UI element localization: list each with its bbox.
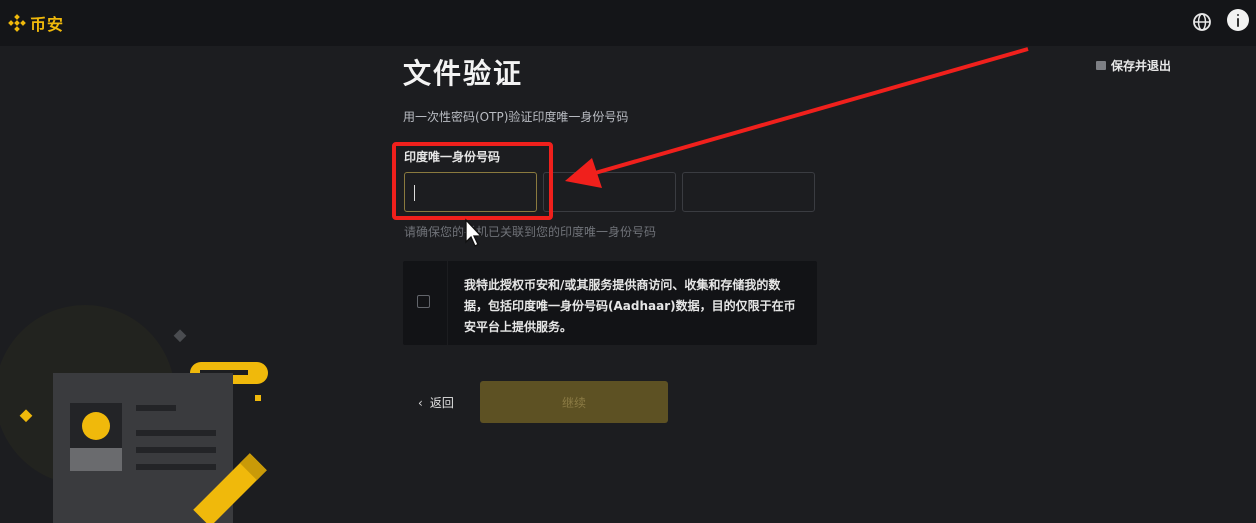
annotation-arrow (565, 47, 1029, 188)
